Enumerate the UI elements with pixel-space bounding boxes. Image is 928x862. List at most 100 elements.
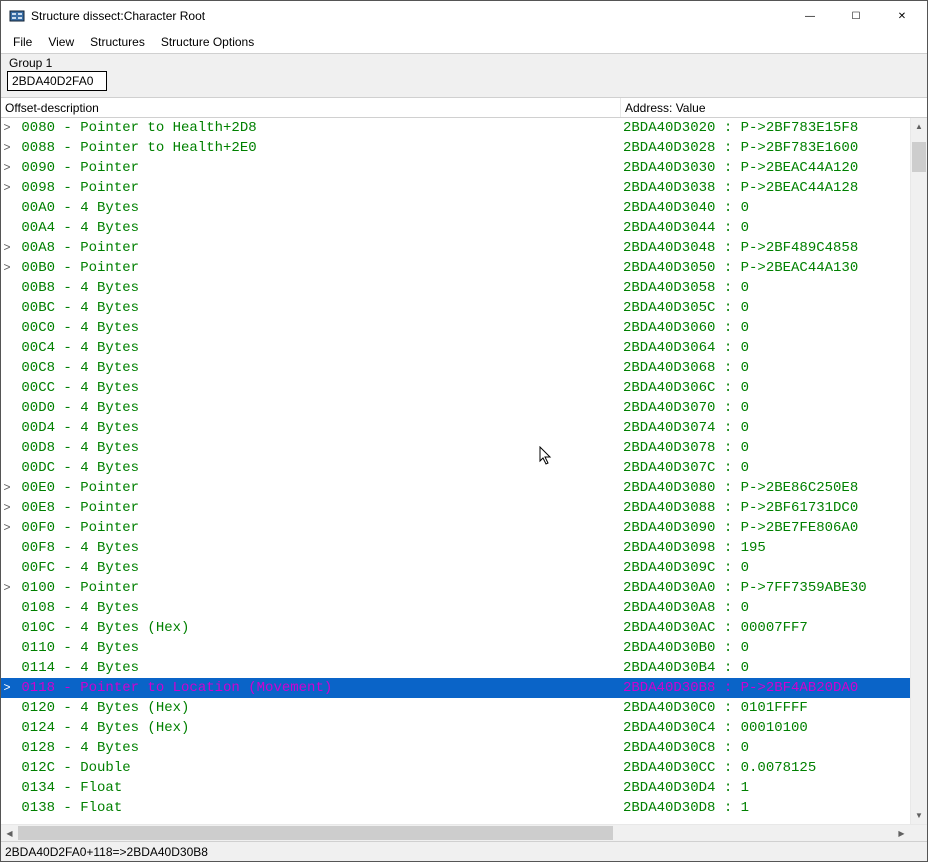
table-row[interactable]: > 0118 - Pointer to Location (Movement)2… xyxy=(1,678,910,698)
address-value: 2BDA40D3090 : P->2BE7FE806A0 xyxy=(621,518,910,538)
offset-description: 0120 - 4 Bytes (Hex) xyxy=(13,698,621,718)
table-row[interactable]: 00D8 - 4 Bytes2BDA40D3078 : 0 xyxy=(1,438,910,458)
offset-description: 00BC - 4 Bytes xyxy=(13,298,621,318)
expand-spacer xyxy=(1,798,13,818)
horizontal-scrollbar[interactable]: ◀ ▶ xyxy=(1,824,927,841)
header-offset-description[interactable]: Offset-description xyxy=(1,98,621,117)
table-row[interactable]: 00FC - 4 Bytes2BDA40D309C : 0 xyxy=(1,558,910,578)
address-value: 2BDA40D30CC : 0.0078125 xyxy=(621,758,910,778)
offset-description: 00E0 - Pointer xyxy=(13,478,621,498)
offset-description: 0080 - Pointer to Health+2D8 xyxy=(13,118,621,138)
address-value: 2BDA40D30D4 : 1 xyxy=(621,778,910,798)
offset-description: 00F0 - Pointer xyxy=(13,518,621,538)
table-row[interactable]: > 0088 - Pointer to Health+2E02BDA40D302… xyxy=(1,138,910,158)
expand-spacer xyxy=(1,398,13,418)
table-row[interactable]: 00B8 - 4 Bytes2BDA40D3058 : 0 xyxy=(1,278,910,298)
header-address-value[interactable]: Address: Value xyxy=(621,98,927,117)
table-row[interactable]: 00C4 - 4 Bytes2BDA40D3064 : 0 xyxy=(1,338,910,358)
offset-description: 00C4 - 4 Bytes xyxy=(13,338,621,358)
minimize-button[interactable]: — xyxy=(787,1,833,31)
expand-icon[interactable]: > xyxy=(1,158,13,178)
table-row[interactable]: 00C8 - 4 Bytes2BDA40D3068 : 0 xyxy=(1,358,910,378)
menu-structure-options[interactable]: Structure Options xyxy=(153,33,262,51)
table-row[interactable]: 00D0 - 4 Bytes2BDA40D3070 : 0 xyxy=(1,398,910,418)
expand-icon[interactable]: > xyxy=(1,578,13,598)
expand-spacer xyxy=(1,318,13,338)
table-row[interactable]: 0124 - 4 Bytes (Hex)2BDA40D30C4 : 000101… xyxy=(1,718,910,738)
expand-spacer xyxy=(1,718,13,738)
table-row[interactable]: 010C - 4 Bytes (Hex)2BDA40D30AC : 00007F… xyxy=(1,618,910,638)
table-row[interactable]: 00C0 - 4 Bytes2BDA40D3060 : 0 xyxy=(1,318,910,338)
titlebar[interactable]: Structure dissect:Character Root — ☐ ✕ xyxy=(1,1,927,31)
expand-icon[interactable]: > xyxy=(1,178,13,198)
table-row[interactable]: 00DC - 4 Bytes2BDA40D307C : 0 xyxy=(1,458,910,478)
table-row[interactable]: 00A4 - 4 Bytes2BDA40D3044 : 0 xyxy=(1,218,910,238)
address-value: 2BDA40D30B0 : 0 xyxy=(621,638,910,658)
table-row[interactable]: > 00B0 - Pointer2BDA40D3050 : P->2BEAC44… xyxy=(1,258,910,278)
expand-icon[interactable]: > xyxy=(1,478,13,498)
offset-description: 00A0 - 4 Bytes xyxy=(13,198,621,218)
expand-spacer xyxy=(1,458,13,478)
address-value: 2BDA40D30B8 : P->2BF4AB20DA0 xyxy=(621,678,910,698)
table-row[interactable]: > 0080 - Pointer to Health+2D82BDA40D302… xyxy=(1,118,910,138)
table-row[interactable]: 0108 - 4 Bytes2BDA40D30A8 : 0 xyxy=(1,598,910,618)
address-value: 2BDA40D3048 : P->2BF489C4858 xyxy=(621,238,910,258)
offset-description: 00FC - 4 Bytes xyxy=(13,558,621,578)
close-button[interactable]: ✕ xyxy=(879,1,925,31)
rows-container[interactable]: > 0080 - Pointer to Health+2D82BDA40D302… xyxy=(1,118,910,824)
table-row[interactable]: 00BC - 4 Bytes2BDA40D305C : 0 xyxy=(1,298,910,318)
maximize-button[interactable]: ☐ xyxy=(833,1,879,31)
offset-description: 00DC - 4 Bytes xyxy=(13,458,621,478)
address-value: 2BDA40D30A0 : P->7FF7359ABE30 xyxy=(621,578,910,598)
expand-icon[interactable]: > xyxy=(1,118,13,138)
offset-description: 010C - 4 Bytes (Hex) xyxy=(13,618,621,638)
scroll-up-arrow-icon[interactable]: ▲ xyxy=(911,118,927,135)
offset-description: 0098 - Pointer xyxy=(13,178,621,198)
table-row[interactable]: 0120 - 4 Bytes (Hex)2BDA40D30C0 : 0101FF… xyxy=(1,698,910,718)
scroll-right-arrow-icon[interactable]: ▶ xyxy=(893,829,910,838)
table-row[interactable]: > 00F0 - Pointer2BDA40D3090 : P->2BE7FE8… xyxy=(1,518,910,538)
table-row[interactable]: > 0100 - Pointer2BDA40D30A0 : P->7FF7359… xyxy=(1,578,910,598)
expand-icon[interactable]: > xyxy=(1,138,13,158)
scroll-down-arrow-icon[interactable]: ▼ xyxy=(911,807,927,824)
expand-icon[interactable]: > xyxy=(1,498,13,518)
expand-icon[interactable]: > xyxy=(1,518,13,538)
menu-file[interactable]: File xyxy=(5,33,40,51)
scroll-thumb[interactable] xyxy=(912,142,926,172)
expand-icon[interactable]: > xyxy=(1,238,13,258)
vertical-scrollbar[interactable]: ▲ ▼ xyxy=(910,118,927,824)
offset-description: 00E8 - Pointer xyxy=(13,498,621,518)
table-row[interactable]: > 00E0 - Pointer2BDA40D3080 : P->2BE86C2… xyxy=(1,478,910,498)
table-row[interactable]: 00D4 - 4 Bytes2BDA40D3074 : 0 xyxy=(1,418,910,438)
scroll-left-arrow-icon[interactable]: ◀ xyxy=(1,829,18,838)
table-row[interactable]: > 00E8 - Pointer2BDA40D3088 : P->2BF6173… xyxy=(1,498,910,518)
address-value: 2BDA40D307C : 0 xyxy=(621,458,910,478)
address-value: 2BDA40D3068 : 0 xyxy=(621,358,910,378)
table-row[interactable]: 00F8 - 4 Bytes2BDA40D3098 : 195 xyxy=(1,538,910,558)
table-row[interactable]: 00CC - 4 Bytes2BDA40D306C : 0 xyxy=(1,378,910,398)
offset-description: 00B8 - 4 Bytes xyxy=(13,278,621,298)
table-row[interactable]: 0138 - Float2BDA40D30D8 : 1 xyxy=(1,798,910,818)
menu-view[interactable]: View xyxy=(40,33,82,51)
table-row[interactable]: 0134 - Float2BDA40D30D4 : 1 xyxy=(1,778,910,798)
expand-spacer xyxy=(1,698,13,718)
offset-description: 00D8 - 4 Bytes xyxy=(13,438,621,458)
table-row[interactable]: 00A0 - 4 Bytes2BDA40D3040 : 0 xyxy=(1,198,910,218)
offset-description: 0100 - Pointer xyxy=(13,578,621,598)
expand-spacer xyxy=(1,738,13,758)
table-row[interactable]: > 00A8 - Pointer2BDA40D3048 : P->2BF489C… xyxy=(1,238,910,258)
table-row[interactable]: > 0090 - Pointer2BDA40D3030 : P->2BEAC44… xyxy=(1,158,910,178)
hscroll-thumb[interactable] xyxy=(18,826,613,840)
table-row[interactable]: 0110 - 4 Bytes2BDA40D30B0 : 0 xyxy=(1,638,910,658)
menubar: File View Structures Structure Options xyxy=(1,31,927,53)
table-row[interactable]: 012C - Double2BDA40D30CC : 0.0078125 xyxy=(1,758,910,778)
table-row[interactable]: 0128 - 4 Bytes2BDA40D30C8 : 0 xyxy=(1,738,910,758)
address-value: 2BDA40D3030 : P->2BEAC44A120 xyxy=(621,158,910,178)
address-input[interactable] xyxy=(7,71,107,91)
address-value: 2BDA40D3020 : P->2BF783E15F8 xyxy=(621,118,910,138)
menu-structures[interactable]: Structures xyxy=(82,33,153,51)
table-row[interactable]: > 0098 - Pointer2BDA40D3038 : P->2BEAC44… xyxy=(1,178,910,198)
expand-icon[interactable]: > xyxy=(1,258,13,278)
table-row[interactable]: 0114 - 4 Bytes2BDA40D30B4 : 0 xyxy=(1,658,910,678)
expand-icon[interactable]: > xyxy=(1,678,13,698)
